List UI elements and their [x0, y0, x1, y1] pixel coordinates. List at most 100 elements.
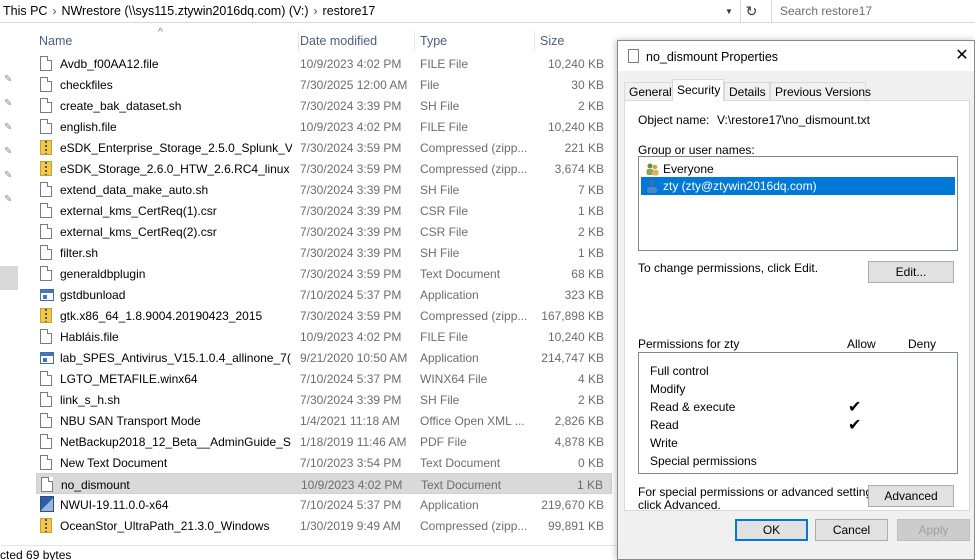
breadcrumb-drive[interactable]: NWrestore (\\sys115.ztywin2016dq.com) (V… — [58, 4, 311, 18]
security-tab-page: Object name: V:\restore17\no_dismount.tx… — [624, 100, 970, 512]
file-type: Compressed (zipp... — [420, 141, 528, 155]
object-name-label: Object name: — [638, 113, 710, 127]
pin-icon: ✎ — [4, 122, 13, 133]
file-name: LGTO_METAFILE.winx64 — [60, 372, 198, 386]
application-icon — [40, 352, 54, 364]
table-row[interactable]: eSDK_Storage_2.6.0_HTW_2.6.RC4_linux 7/30… — [36, 158, 612, 179]
column-header-type[interactable]: Type — [420, 31, 535, 51]
table-row[interactable]: lab_SPES_Antivirus_V15.1.0.4_allinone_7(… — [36, 347, 612, 368]
zip-icon — [40, 161, 52, 176]
file-name: generaldbplugin — [60, 267, 146, 281]
zip-icon — [40, 140, 52, 155]
table-row[interactable]: no_dismount 10/9/2023 4:02 PM Text Documen… — [36, 473, 612, 494]
column-header-date[interactable]: Date modified — [300, 31, 415, 51]
list-item-everyone[interactable]: Everyone — [641, 160, 955, 178]
table-row[interactable]: Habláis.file 10/9/2023 4:02 PM FILE File 10… — [36, 326, 612, 347]
table-row[interactable]: create_bak_dataset.sh 7/30/2024 3:39 PM SH… — [36, 95, 612, 116]
table-row[interactable]: OceanStor_UltraPath_21.3.0_Windows 1/30/2… — [36, 515, 612, 536]
file-name: NetBackup2018_12_Beta__AdminGuide_S... — [60, 435, 292, 449]
tab-details[interactable]: Details — [724, 82, 770, 100]
user-name: Everyone — [663, 162, 714, 176]
file-type: Compressed (zipp... — [420, 309, 528, 323]
file-name: external_kms_CertReq(2).csr — [60, 225, 217, 239]
column-header-size[interactable]: Size — [540, 31, 612, 51]
pin-icon: ✎ — [4, 74, 13, 85]
file-size: 219,670 KB — [541, 498, 604, 512]
check-icon: ✔ — [848, 399, 862, 416]
file-date: 7/30/2024 3:59 PM — [300, 267, 402, 281]
file-date: 10/9/2023 4:02 PM — [300, 120, 402, 134]
sort-ascending-icon: ^ — [158, 27, 163, 38]
search-input[interactable]: Search restore17 — [771, 0, 975, 22]
permission-name: Write — [650, 436, 678, 450]
file-size: 2 KB — [577, 99, 604, 113]
file-size: 3,674 KB — [554, 162, 604, 176]
edit-button[interactable]: Edit... — [868, 261, 954, 283]
file-type: Compressed (zipp... — [420, 162, 528, 176]
breadcrumb[interactable]: This PC › NWrestore (\\sys115.ztywin2016… — [0, 0, 740, 22]
users-group-icon — [645, 162, 659, 176]
permission-row: Read & execute ✔ — [650, 398, 950, 416]
file-size: 10,240 KB — [547, 330, 604, 344]
file-date: 10/9/2023 4:02 PM — [300, 330, 402, 344]
table-row[interactable]: external_kms_CertReq(1).csr 7/30/2024 3:3… — [36, 200, 612, 221]
table-row[interactable]: filter.sh 7/30/2024 3:39 PM SH File 1 KB — [36, 242, 612, 263]
advanced-button[interactable]: Advanced — [868, 485, 954, 507]
tab-previous-versions[interactable]: Previous Versions — [770, 82, 871, 100]
document-icon — [40, 413, 52, 428]
file-size: 99,891 KB — [547, 519, 604, 533]
table-row[interactable]: external_kms_CertReq(2).csr 7/30/2024 3:3… — [36, 221, 612, 242]
column-header: Name ^ Date modified Type Size — [18, 27, 618, 51]
file-name: eSDK_Storage_2.6.0_HTW_2.6.RC4_linux — [60, 162, 290, 176]
navigation-pane[interactable]: ✎ ✎ ✎ ✎ ✎ ✎ — [0, 23, 18, 543]
chevron-right-icon: › — [313, 4, 318, 18]
column-header-name[interactable]: Name — [39, 31, 299, 51]
table-row[interactable]: NetBackup2018_12_Beta__AdminGuide_S... 1/… — [36, 431, 612, 452]
table-row[interactable]: LGTO_METAFILE.winx64 7/10/2024 5:37 PM WIN… — [36, 368, 612, 389]
file-name: extend_data_make_auto.sh — [60, 183, 209, 197]
dialog-title-bar[interactable]: no_dismount Properties ✕ — [618, 41, 974, 71]
close-icon[interactable]: ✕ — [950, 45, 974, 67]
breadcrumb-folder[interactable]: restore17 — [320, 4, 379, 18]
tab-security[interactable]: Security — [672, 79, 724, 101]
refresh-icon[interactable]: ↻ — [740, 0, 762, 22]
file-name: Avdb_f00AA12.file — [60, 57, 159, 71]
table-row[interactable]: New Text Document 7/10/2023 3:54 PM Text D… — [36, 452, 612, 473]
zip-icon — [40, 518, 52, 533]
file-icon — [40, 203, 52, 218]
table-row[interactable]: NBU SAN Transport Mode 1/4/2021 11:18 AM O… — [36, 410, 612, 431]
text-document-icon — [40, 266, 52, 281]
file-type: Compressed (zipp... — [420, 519, 528, 533]
breadcrumb-this-pc[interactable]: This PC — [0, 4, 50, 18]
table-row[interactable]: generaldbplugin 7/30/2024 3:59 PM Text Doc… — [36, 263, 612, 284]
file-size: 323 KB — [564, 288, 604, 302]
permissions-list[interactable]: Full control Modify Read & execute ✔ Read ✔ Wr… — [638, 352, 958, 474]
table-row[interactable]: english.file 10/9/2023 4:02 PM FILE File 10… — [36, 116, 612, 137]
ok-button[interactable]: OK — [735, 519, 808, 541]
file-size: 0 KB — [577, 456, 604, 470]
file-name: New Text Document — [60, 456, 168, 470]
group-user-list[interactable]: Everyone zty (zty@ztywin2016dq.com) — [638, 156, 958, 251]
table-row[interactable]: gtk.x86_64_1.8.9004.20190423_2015 7/30/20… — [36, 305, 612, 326]
table-row[interactable]: gstdbunload 7/10/2024 5:37 PM Application 3… — [36, 284, 612, 305]
file-date: 1/18/2019 11:46 AM — [300, 435, 407, 449]
nav-item-selected[interactable] — [0, 266, 18, 290]
table-row[interactable]: Avdb_f00AA12.file 10/9/2023 4:02 PM FILE F… — [36, 53, 612, 74]
file-type: Application — [420, 351, 479, 365]
file-size: 1 KB — [576, 478, 603, 492]
list-item-zty[interactable]: zty (zty@ztywin2016dq.com) — [641, 177, 955, 195]
apply-button[interactable]: Apply — [897, 519, 970, 541]
table-row[interactable]: NWUI-19.11.0.0-x64 7/10/2024 5:37 PM Appli… — [36, 494, 612, 515]
cancel-button[interactable]: Cancel — [815, 519, 888, 541]
chevron-down-icon[interactable]: ▼ — [722, 3, 736, 19]
permission-name: Full control — [650, 364, 709, 378]
file-size: 1 KB — [577, 204, 604, 218]
table-row[interactable]: checkfiles 7/30/2025 12:00 AM File 30 KB — [36, 74, 612, 95]
file-date: 7/10/2024 5:37 PM — [300, 498, 402, 512]
tab-general[interactable]: General — [624, 82, 674, 100]
table-row[interactable]: link_s_h.sh 7/30/2024 3:39 PM SH File 2 KB — [36, 389, 612, 410]
table-row[interactable]: eSDK_Enterprise_Storage_2.5.0_Splunk_V2.… — [36, 137, 612, 158]
file-icon — [40, 77, 52, 92]
table-row[interactable]: extend_data_make_auto.sh 7/30/2024 3:39 P… — [36, 179, 612, 200]
file-name: no_dismount — [61, 478, 130, 492]
